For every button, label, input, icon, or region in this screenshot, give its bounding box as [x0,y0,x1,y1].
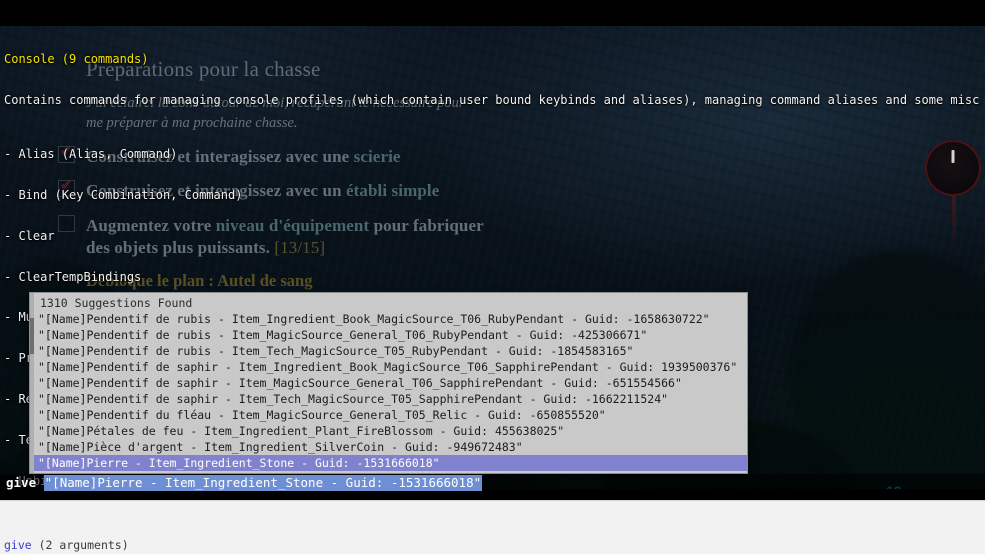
suggestions-dropdown[interactable]: 1310 Suggestions Found "[Name]Pendentif … [29,292,748,474]
suggestion-item[interactable]: "[Name]Pendentif du fléau - Item_MagicSo… [30,407,747,423]
suggestion-item[interactable]: "[Name]Pendentif de saphir - Item_Tech_M… [30,391,747,407]
console-input-command: give [6,475,37,491]
suggestion-item[interactable]: "[Name]Pendentif de rubis - Item_MagicSo… [30,327,747,343]
help-signature-line: give (2 arguments) [4,537,985,553]
suggestion-item[interactable]: "[Name]Pendentif de rubis - Item_Ingredi… [30,311,747,327]
console-command-item: - Clear [4,229,55,243]
game-screen: Préparations pour la chasse J'ai éclairc… [0,0,985,554]
console-command-item: - ClearTempBindings [4,270,142,284]
command-help-panel: give (2 arguments) <Arg 1: What> The ite… [0,500,985,554]
developer-console[interactable]: Console (9 commands) Contains commands f… [0,0,985,528]
console-command-item: - Alias (Alias, Command) [4,148,178,162]
suggestion-item[interactable]: "[Name]Pièce d'argent - Item_Ingredient_… [30,439,747,455]
help-argument-count: (2 arguments) [31,538,129,552]
help-command-name: give [4,538,32,552]
suggestion-item[interactable]: "[Name]Pétales de feu - Item_Ingredient_… [30,423,747,439]
console-help-description: Contains commands for managing console p… [4,93,981,107]
console-input-space [36,476,44,490]
suggestions-count-label: 1310 Suggestions Found [40,296,193,310]
console-help-title: Console (9 commands) [4,53,149,67]
console-input-argument-selected[interactable]: "[Name]Pierre - Item_Ingredient_Stone - … [43,475,483,491]
console-command-item: - Bind (Key Combination, Command) [4,189,243,203]
suggestions-scrollbar-thumb[interactable] [30,318,34,355]
suggestion-item[interactable]: "[Name]Pendentif de saphir - Item_MagicS… [30,375,747,391]
suggestions-scrollbar[interactable] [30,293,34,473]
suggestion-item[interactable]: "[Name]Pendentif de rubis - Item_Tech_Ma… [30,343,747,359]
console-input-line[interactable]: give "[Name]Pierre - Item_Ingredient_Sto… [0,474,985,492]
suggestion-item-selected[interactable]: "[Name]Pierre - Item_Ingredient_Stone - … [30,455,747,471]
console-top-band [0,0,985,26]
suggestion-item[interactable]: "[Name]Pendentif de saphir - Item_Ingred… [30,359,747,375]
